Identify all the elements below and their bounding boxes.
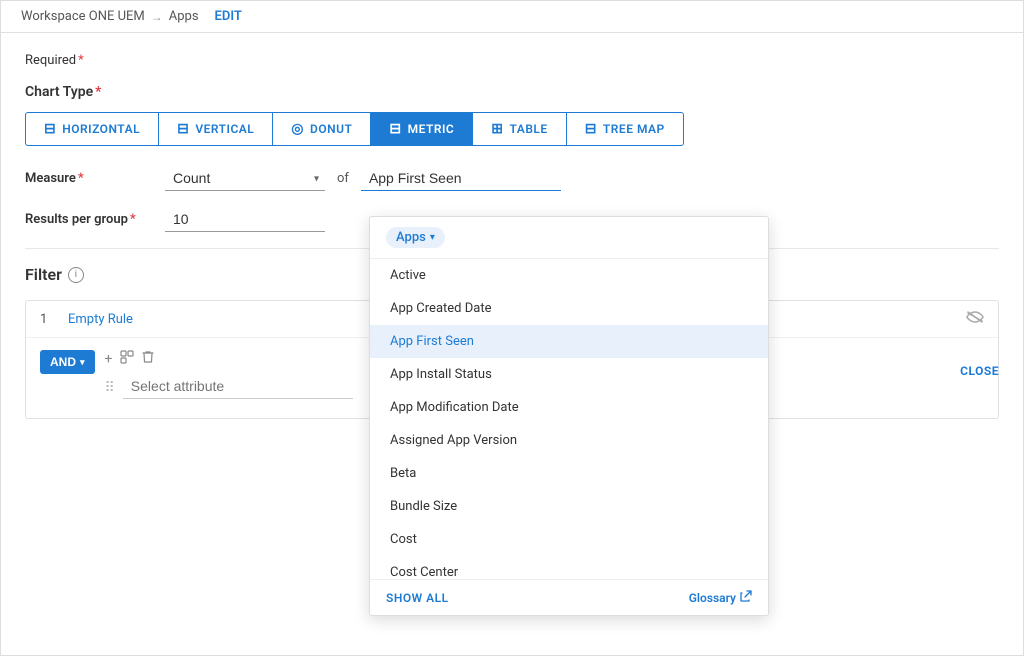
close-btn-area: CLOSE [960,363,999,379]
filter-title: Filter [25,265,62,284]
add-rule-icon[interactable]: + [105,351,113,367]
required-label: Required* [25,53,999,68]
tab-metric[interactable]: ⊟ METRIC [370,112,472,146]
tab-table-label: TABLE [510,122,548,136]
dropdown-footer: SHOW ALL Glossary [370,579,768,615]
tab-vertical[interactable]: ⊟ VERTICAL [158,112,272,146]
apps-badge-chevron-icon: ▾ [430,232,435,243]
tab-horizontal-label: HORIZONTAL [62,122,140,136]
breadcrumb: Workspace ONE UEM → Apps [21,9,199,24]
tab-metric-label: METRIC [408,122,455,136]
tab-treemap-label: TREE MAP [603,122,665,136]
dropdown-item[interactable]: App Created Date [370,292,768,325]
results-per-group-input[interactable] [165,207,325,232]
results-per-group-label: Results per group* [25,212,165,227]
attribute-input[interactable] [361,166,561,191]
edit-link[interactable]: EDIT [215,9,242,24]
dropdown-item[interactable]: Cost Center [370,556,768,579]
tab-donut[interactable]: ◎ DONUT [272,112,370,146]
close-button[interactable]: CLOSE [960,364,999,378]
delete-rule-icon[interactable] [142,350,154,368]
dropdown-item[interactable]: Assigned App Version [370,424,768,457]
top-bar: Workspace ONE UEM → Apps EDIT [1,1,1023,33]
glossary-label: Glossary [689,591,736,605]
group-rule-icon[interactable] [120,350,134,368]
rule-number: 1 [40,312,56,327]
horizontal-icon: ⊟ [44,121,56,137]
tab-vertical-label: VERTICAL [195,122,254,136]
dropdown-header: Apps ▾ [370,217,768,259]
tab-horizontal[interactable]: ⊟ HORIZONTAL [25,112,158,146]
of-label: of [337,171,349,186]
dropdown-item[interactable]: Beta [370,457,768,490]
drag-handle-icon[interactable]: ⠿ [105,380,115,396]
tab-donut-label: DONUT [310,122,352,136]
tab-table[interactable]: ⊞ TABLE [472,112,565,146]
vertical-icon: ⊟ [177,121,189,137]
measure-select[interactable]: Count [165,166,325,191]
measure-row: Measure* Count ▾ of [25,166,999,191]
chart-type-label: Chart Type* [25,84,999,100]
and-button[interactable]: AND ▾ [40,350,95,374]
empty-rule-link[interactable]: Empty Rule [68,312,133,327]
dropdown-item[interactable]: Bundle Size [370,490,768,523]
chart-type-tabs: ⊟ HORIZONTAL ⊟ VERTICAL ◎ DONUT ⊟ METRIC… [25,112,999,146]
table-icon: ⊞ [491,121,503,137]
glossary-link[interactable]: Glossary [689,590,752,605]
dropdown-item[interactable]: App First Seen [370,325,768,358]
select-attribute-input[interactable] [123,374,353,399]
apps-badge[interactable]: Apps ▾ [386,227,445,248]
breadcrumb-arrow: → [151,10,163,24]
dropdown-item[interactable]: Active [370,259,768,292]
metric-icon: ⊟ [389,121,401,137]
and-chevron-icon: ▾ [80,357,85,368]
treemap-icon: ⊟ [585,121,597,137]
measure-select-wrapper: Count ▾ [165,166,325,191]
measure-label: Measure* [25,171,165,186]
breadcrumb-app: Workspace ONE UEM [21,9,145,24]
dropdown-item[interactable]: App Modification Date [370,391,768,424]
external-link-icon [740,590,752,605]
dropdown-item[interactable]: App Install Status [370,358,768,391]
apps-badge-label: Apps [396,230,426,245]
visibility-icon[interactable] [966,311,984,327]
tab-treemap[interactable]: ⊟ TREE MAP [566,112,684,146]
show-all-link[interactable]: SHOW ALL [386,591,449,605]
attribute-dropdown: Apps ▾ ActiveApp Created DateApp First S… [369,216,769,616]
donut-icon: ◎ [291,121,304,137]
dropdown-item[interactable]: Cost [370,523,768,556]
dropdown-list: ActiveApp Created DateApp First SeenApp … [370,259,768,579]
info-icon[interactable]: i [68,267,84,283]
breadcrumb-section: Apps [169,9,199,24]
